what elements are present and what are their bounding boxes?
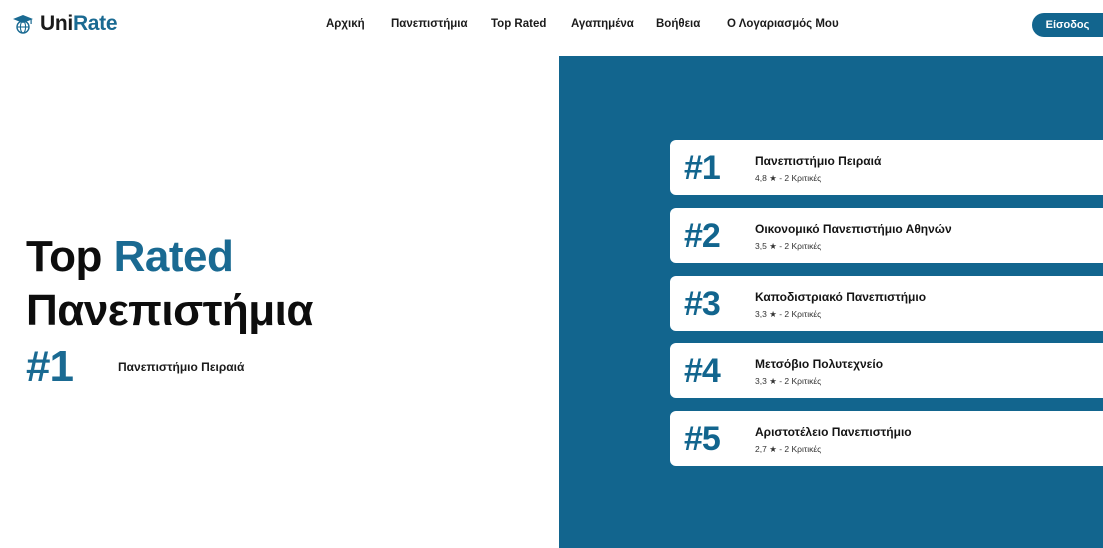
card-university-name: Αριστοτέλειο Πανεπιστήμιο [755,425,912,439]
card-rank: #3 [684,285,721,323]
main-nav: Αρχική Πανεπιστήμια Top Rated Αγαπημένα … [0,18,1103,34]
nav-item-favorites[interactable]: Αγαπημένα [571,18,634,30]
star-icon: ★ [769,173,777,183]
card-rating: 4,8 ★ - 2 Κριτικές [755,173,822,183]
title-line-2: Πανεπιστήμια [26,286,313,335]
card-rating: 3,3 ★ - 2 Κριτικές [755,376,822,386]
card-rank: #4 [684,352,721,390]
top-header: UniRate Αρχική Πανεπιστήμια Top Rated Αγ… [0,0,1103,52]
card-rank: #5 [684,420,721,458]
star-icon: ★ [769,241,777,251]
hero-rank: #1 [26,342,74,391]
nav-item-my-account[interactable]: Ο Λογαριασμός Μου [727,18,839,30]
title-line-1: Top Rated [26,232,234,281]
hero-university-name[interactable]: Πανεπιστήμιο Πειραιά [118,360,244,374]
nav-item-top-rated[interactable]: Top Rated [491,18,546,30]
card-rank: #1 [684,149,721,187]
card-university-name: Καποδιστριακό Πανεπιστήμιο [755,290,927,304]
card-rating: 2,7 ★ - 2 Κριτικές [755,444,822,454]
ranking-card[interactable]: #5 Αριστοτέλειο Πανεπιστήμιο 2,7 ★ - 2 Κ… [670,411,1103,466]
nav-item-home[interactable]: Αρχική [326,18,365,30]
star-icon: ★ [769,376,777,386]
card-rating: 3,3 ★ - 2 Κριτικές [755,309,822,319]
nav-item-universities[interactable]: Πανεπιστήμια [391,18,468,30]
ranking-card[interactable]: #3 Καποδιστριακό Πανεπιστήμιο 3,3 ★ - 2 … [670,276,1103,331]
nav-item-help[interactable]: Βοήθεια [656,18,700,30]
login-button[interactable]: Είσοδος [1032,13,1103,37]
card-rating: 3,5 ★ - 2 Κριτικές [755,241,822,251]
ranking-card[interactable]: #2 Οικονομικό Πανεπιστήμιο Αθηνών 3,5 ★ … [670,208,1103,263]
card-university-name: Οικονομικό Πανεπιστήμιο Αθηνών [755,222,952,236]
page-title: Top Rated Πανεπιστήμια [26,230,313,338]
star-icon: ★ [769,444,777,454]
hero-top-university: #1 Πανεπιστήμιο Πειραιά [26,342,244,392]
card-rank: #2 [684,217,721,255]
star-icon: ★ [769,309,777,319]
ranking-card[interactable]: #1 Πανεπιστήμιο Πειραιά 4,8 ★ - 2 Κριτικ… [670,140,1103,195]
ranking-card[interactable]: #4 Μετσόβιο Πολυτεχνείο 3,3 ★ - 2 Κριτικ… [670,343,1103,398]
card-university-name: Μετσόβιο Πολυτεχνείο [755,357,884,371]
ranking-panel: #1 Πανεπιστήμιο Πειραιά 4,8 ★ - 2 Κριτικ… [559,56,1103,548]
card-university-name: Πανεπιστήμιο Πειραιά [755,154,882,168]
